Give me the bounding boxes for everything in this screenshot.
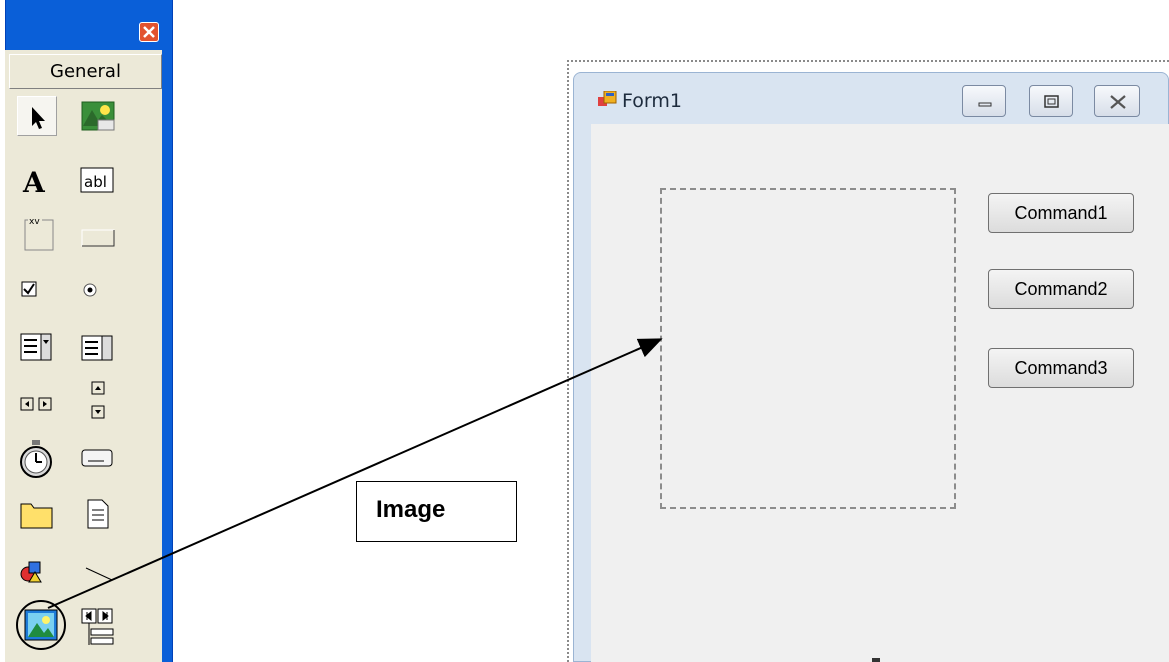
callout-label: Image (376, 496, 446, 523)
callout-arrow (47, 338, 663, 609)
callout-box: Image (356, 481, 517, 542)
